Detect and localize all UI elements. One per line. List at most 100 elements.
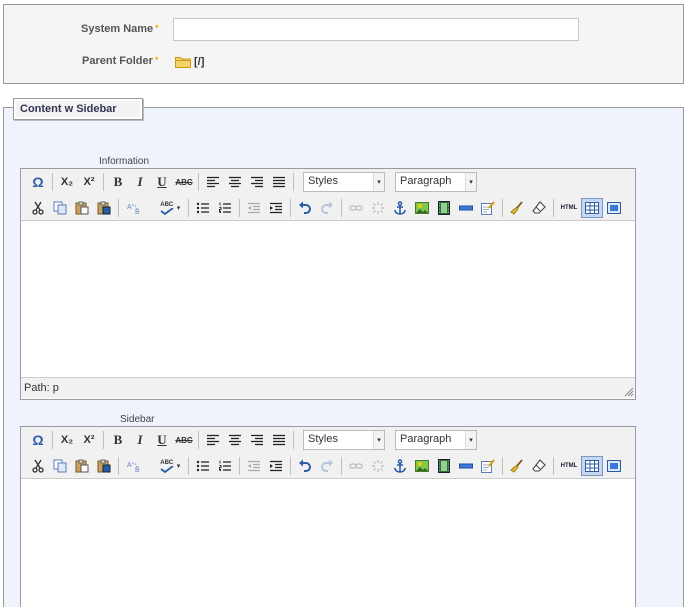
system-name-input[interactable] xyxy=(173,18,579,41)
anchor-button[interactable] xyxy=(389,456,411,476)
anchor-button[interactable] xyxy=(389,198,411,218)
parent-folder-path[interactable]: [/] xyxy=(194,56,204,68)
bullet-list-button[interactable] xyxy=(192,456,214,476)
align-left-button[interactable] xyxy=(202,430,224,450)
superscript-button[interactable]: X² xyxy=(78,430,100,450)
align-center-button[interactable] xyxy=(224,172,246,192)
insert-image-button[interactable] xyxy=(411,456,433,476)
insert-media-button[interactable] xyxy=(433,198,455,218)
toolbar-separator xyxy=(198,173,199,191)
unlink-button[interactable] xyxy=(367,456,389,476)
strikethrough-button[interactable]: ABC xyxy=(173,430,195,450)
subscript-button[interactable]: X₂ xyxy=(56,430,78,450)
strikethrough-button[interactable]: ABC xyxy=(173,172,195,192)
table-button[interactable] xyxy=(581,198,603,218)
sidebar-edit-area[interactable] xyxy=(21,479,635,607)
cut-button[interactable] xyxy=(27,198,49,218)
outdent-button[interactable] xyxy=(243,198,265,218)
bullet-list-button[interactable] xyxy=(192,198,214,218)
section-title: Content w Sidebar xyxy=(13,98,143,120)
edit-note-icon xyxy=(481,201,495,215)
align-left-button[interactable] xyxy=(202,172,224,192)
spellcheck-button[interactable]: ABC ▾ xyxy=(155,198,185,218)
paste-word-button[interactable] xyxy=(93,456,115,476)
subscript-button[interactable]: X₂ xyxy=(56,172,78,192)
find-replace-icon: AB xyxy=(127,462,140,473)
align-right-button[interactable] xyxy=(246,430,268,450)
bold-button[interactable]: B xyxy=(107,172,129,192)
folder-icon[interactable] xyxy=(175,56,191,68)
styles-select-value: Styles xyxy=(308,175,338,187)
align-justify-button[interactable] xyxy=(268,430,290,450)
remove-format-button[interactable] xyxy=(528,456,550,476)
undo-icon xyxy=(299,459,311,472)
paste-button[interactable] xyxy=(71,198,93,218)
html-source-button[interactable]: HTML xyxy=(557,456,581,476)
edit-attributes-button[interactable] xyxy=(477,198,499,218)
resize-handle-icon[interactable] xyxy=(624,387,634,397)
find-replace-button[interactable]: AB xyxy=(122,456,148,476)
redo-button[interactable] xyxy=(316,456,338,476)
format-select[interactable]: Paragraph ▾ xyxy=(395,430,477,450)
fullscreen-button[interactable] xyxy=(603,456,625,476)
align-center-button[interactable] xyxy=(224,430,246,450)
insert-link-button[interactable] xyxy=(345,456,367,476)
film-icon xyxy=(438,459,450,473)
format-select[interactable]: Paragraph ▾ xyxy=(395,172,477,192)
find-replace-button[interactable]: AB xyxy=(122,198,148,218)
underline-button[interactable]: U xyxy=(151,172,173,192)
bold-button[interactable]: B xyxy=(107,430,129,450)
underline-icon: U xyxy=(157,174,167,189)
cut-button[interactable] xyxy=(27,456,49,476)
underline-button[interactable]: U xyxy=(151,430,173,450)
insert-link-button[interactable] xyxy=(345,198,367,218)
svg-text:A: A xyxy=(127,204,132,211)
paste-button[interactable] xyxy=(71,456,93,476)
parent-folder-label-text: Parent Folder xyxy=(82,55,153,67)
table-button[interactable] xyxy=(581,456,603,476)
align-justify-button[interactable] xyxy=(268,172,290,192)
undo-button[interactable] xyxy=(294,198,316,218)
copy-button[interactable] xyxy=(49,198,71,218)
spellcheck-button[interactable]: ABC ▾ xyxy=(155,456,185,476)
unlink-button[interactable] xyxy=(367,198,389,218)
html-source-button[interactable]: HTML xyxy=(557,198,581,218)
undo-button[interactable] xyxy=(294,456,316,476)
special-char-button[interactable]: Ω xyxy=(27,172,49,192)
superscript-button[interactable]: X² xyxy=(78,172,100,192)
align-justify-icon xyxy=(273,434,285,446)
element-path[interactable]: Path: p xyxy=(24,382,59,394)
special-char-button[interactable]: Ω xyxy=(27,430,49,450)
fullscreen-button[interactable] xyxy=(603,198,625,218)
edit-attributes-button[interactable] xyxy=(477,456,499,476)
paste-word-icon xyxy=(97,459,111,473)
insert-image-button[interactable] xyxy=(411,198,433,218)
bold-icon: B xyxy=(113,174,123,189)
copy-button[interactable] xyxy=(49,456,71,476)
styles-select[interactable]: Styles ▾ xyxy=(303,172,385,192)
toolbar-separator xyxy=(118,457,119,475)
insert-media-button[interactable] xyxy=(433,456,455,476)
outdent-button[interactable] xyxy=(243,456,265,476)
cleanup-button[interactable] xyxy=(506,456,528,476)
italic-button[interactable]: I xyxy=(129,172,151,192)
align-left-icon xyxy=(207,434,219,446)
italic-icon: I xyxy=(137,174,143,189)
indent-button[interactable] xyxy=(265,456,287,476)
horizontal-rule-button[interactable] xyxy=(455,456,477,476)
cleanup-button[interactable] xyxy=(506,198,528,218)
redo-button[interactable] xyxy=(316,198,338,218)
numbered-list-button[interactable] xyxy=(214,456,236,476)
indent-button[interactable] xyxy=(265,198,287,218)
italic-button[interactable]: I xyxy=(129,430,151,450)
information-edit-area[interactable] xyxy=(21,221,635,377)
numbered-list-button[interactable] xyxy=(214,198,236,218)
image-icon xyxy=(415,202,429,214)
horizontal-rule-button[interactable] xyxy=(455,198,477,218)
align-right-button[interactable] xyxy=(246,172,268,192)
paste-word-button[interactable] xyxy=(93,198,115,218)
toolbar-row-2: AB ABC ▾ HTML xyxy=(21,195,625,221)
remove-format-button[interactable] xyxy=(528,198,550,218)
sidebar-editor: Ω X₂ X² B I U ABC Styles ▾ Paragraph ▾ AB xyxy=(20,426,636,607)
styles-select[interactable]: Styles ▾ xyxy=(303,430,385,450)
